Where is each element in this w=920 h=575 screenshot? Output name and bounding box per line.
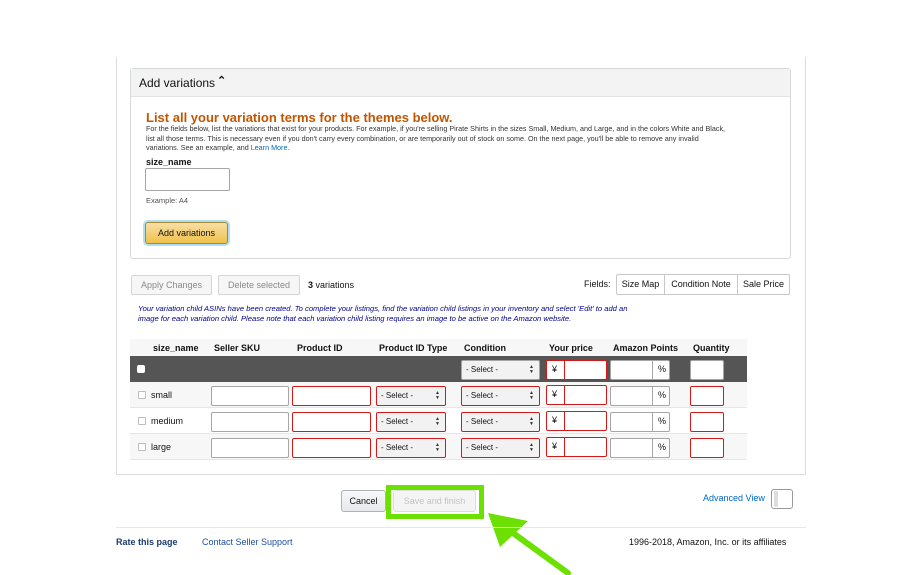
points-input[interactable]: % [610, 412, 670, 432]
bulk-quantity-input[interactable] [690, 360, 724, 380]
condition-select[interactable]: - Select - ▲ ▼ [461, 412, 540, 432]
apply-changes-button[interactable]: Apply Changes [131, 275, 212, 295]
quantity-input[interactable] [690, 438, 724, 458]
select-arrows-icon: ▲ ▼ [435, 416, 440, 427]
rate-this-page-link[interactable]: Rate this page [116, 537, 178, 547]
seller-sku-input[interactable] [211, 438, 289, 458]
child-asin-notice: Your variation child ASINs have been cre… [138, 304, 628, 323]
row-size-label: small [151, 390, 173, 400]
product-id-type-select[interactable]: - Select - ▲ ▼ [376, 412, 446, 432]
variation-count: 3 variations [308, 280, 355, 290]
row-checkbox[interactable] [138, 391, 146, 399]
advanced-view-label[interactable]: Advanced View [703, 493, 765, 503]
size-name-input[interactable] [145, 168, 230, 191]
price-input[interactable]: ¥ [546, 437, 607, 457]
percent-separator [652, 439, 653, 457]
column-header-product-id: Product ID [297, 343, 343, 353]
add-variations-title: Add variations [139, 76, 216, 90]
variation-terms-heading: List all your variation terms for the th… [146, 110, 453, 125]
condition-select[interactable]: - Select - ▲ ▼ [461, 386, 540, 406]
column-header-product-id-type: Product ID Type [379, 343, 448, 353]
condition-note-button[interactable]: Condition Note [664, 274, 738, 295]
yen-separator [564, 386, 565, 404]
select-arrows-icon: ▲ ▼ [529, 442, 534, 453]
select-arrows-icon: ▲ ▼ [529, 364, 534, 375]
size-map-button[interactable]: Size Map [616, 274, 665, 295]
learn-more-link[interactable]: Learn More. [251, 143, 290, 152]
select-arrows-icon: ▲ ▼ [435, 442, 440, 453]
bulk-points-input[interactable]: % [610, 360, 670, 380]
toggle-knob [774, 491, 778, 507]
product-id-type-select[interactable]: - Select - ▲ ▼ [376, 438, 446, 458]
save-and-finish-button[interactable]: Save and finish [393, 490, 476, 512]
row-checkbox[interactable] [138, 417, 146, 425]
yen-separator [564, 438, 565, 456]
contact-seller-support-link[interactable]: Contact Seller Support [202, 537, 293, 547]
column-header-seller-sku: Seller SKU [214, 343, 261, 353]
select-arrows-icon: ▲ ▼ [529, 416, 534, 427]
column-header-your-price: Your price [549, 343, 593, 353]
add-variations-header[interactable]: Add variations ⌃ [131, 69, 790, 97]
yen-separator [564, 412, 565, 430]
variation-terms-description: For the fields below, list the variation… [146, 124, 726, 152]
bulk-price-input[interactable]: ¥ [546, 360, 607, 380]
add-variations-button[interactable]: Add variations [145, 222, 228, 244]
row-size-label: medium [151, 416, 184, 426]
fields-label: Fields: [584, 279, 611, 289]
yen-symbol: ¥ [552, 389, 558, 399]
price-input[interactable]: ¥ [546, 411, 607, 431]
size-name-label: size_name [146, 157, 192, 167]
select-arrows-icon: ▲ ▼ [435, 390, 440, 401]
select-all-checkbox[interactable] [137, 365, 145, 373]
yen-symbol: ¥ [552, 415, 558, 425]
percent-separator [652, 413, 653, 431]
row-size-label: large [151, 442, 172, 452]
percent-separator [652, 387, 653, 405]
percent-symbol: % [657, 442, 666, 452]
copyright-text: 1996-2018, Amazon, Inc. or its affiliate… [629, 537, 787, 547]
sale-price-button[interactable]: Sale Price [737, 274, 790, 295]
size-name-example: Example: A4 [146, 196, 189, 205]
product-id-type-select[interactable]: - Select - ▲ ▼ [376, 386, 446, 406]
add-variations-panel: Add variations ⌃ [130, 68, 791, 259]
condition-select[interactable]: - Select - ▲ ▼ [461, 438, 540, 458]
percent-symbol: % [657, 390, 666, 400]
product-id-input[interactable] [292, 412, 371, 432]
column-header-size-name: size_name [153, 343, 199, 353]
advanced-view-toggle[interactable] [771, 489, 793, 509]
quantity-input[interactable] [690, 386, 724, 406]
row-checkbox[interactable] [138, 443, 146, 451]
quantity-input[interactable] [690, 412, 724, 432]
pointer-arrow-icon [488, 513, 571, 575]
yen-symbol: ¥ [552, 441, 558, 451]
column-header-quantity: Quantity [693, 343, 730, 353]
cancel-button[interactable]: Cancel [341, 490, 386, 512]
product-id-input[interactable] [292, 438, 371, 458]
price-input[interactable]: ¥ [546, 385, 607, 405]
percent-symbol: % [657, 364, 666, 374]
seller-sku-input[interactable] [211, 386, 289, 406]
product-id-input[interactable] [292, 386, 371, 406]
points-input[interactable]: % [610, 438, 670, 458]
column-header-amazon-points: Amazon Points [613, 343, 679, 353]
select-arrows-icon: ▲ ▼ [529, 390, 534, 401]
points-input[interactable]: % [610, 386, 670, 406]
column-header-condition: Condition [464, 343, 506, 353]
percent-symbol: % [657, 416, 666, 426]
seller-sku-input[interactable] [211, 412, 289, 432]
bulk-condition-select[interactable]: - Select - ▲ ▼ [461, 360, 540, 380]
yen-symbol: ¥ [552, 364, 558, 374]
footer-divider [116, 527, 806, 528]
yen-separator [564, 361, 565, 379]
chevron-up-icon[interactable]: ⌃ [217, 74, 226, 87]
delete-selected-button[interactable]: Delete selected [218, 275, 300, 295]
percent-separator [652, 361, 653, 379]
